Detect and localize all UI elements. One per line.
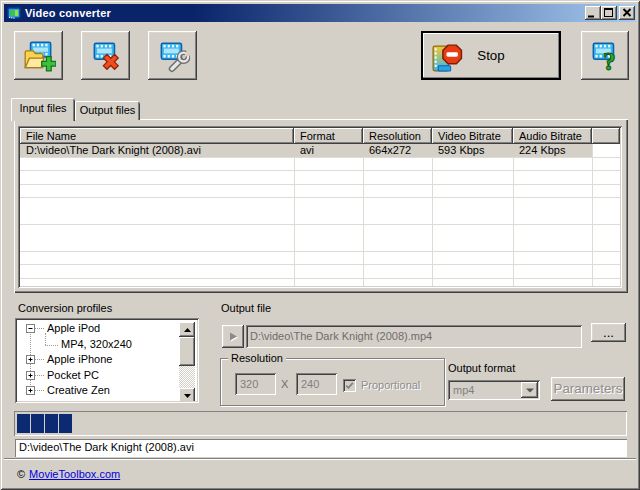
tree-item-label: Pocket PC [47,368,99,383]
tree-connector [35,390,44,391]
cell-video-bitrate: 593 Kbps [432,144,513,157]
tree-connector [35,359,44,360]
website-link[interactable]: MovieToolbox.com [29,468,120,480]
conversion-profiles-label: Conversion profiles [18,302,112,314]
titlebar[interactable]: Video converter [4,4,636,22]
grid-line [432,144,433,286]
svg-text:?: ? [603,46,616,72]
resolution-groupbox: Resolution 320 X 240 Proportional [220,358,445,406]
column-header-resolution[interactable]: Resolution [363,128,432,144]
tab-input-files-label: Input files [19,102,66,114]
output-file-field[interactable]: D:\video\The Dark Knight (2008).mp4 [246,325,582,348]
tree-connector [45,333,46,345]
tree-connector [45,345,58,346]
grid-line [592,144,593,286]
column-header-audio-bitrate[interactable]: Audio Bitrate [513,128,592,144]
tab-output-files-label: Output files [80,104,136,116]
add-files-button[interactable] [14,31,63,80]
tree-item-label: Apple iPod [47,321,100,336]
close-button[interactable] [619,6,635,20]
output-format-label: Output format [448,362,515,374]
resolution-separator: X [281,378,288,390]
scrollbar-thumb[interactable] [179,337,195,366]
expand-icon[interactable] [26,386,35,395]
settings-icon [156,39,190,73]
tab-input-files[interactable]: Input files [11,98,75,121]
progress-block [17,414,30,433]
table-header: File Name Format Resolution Video Bitrat… [20,128,620,144]
progress-blocks [17,414,72,433]
tree-scrollbar[interactable] [179,322,195,401]
table-row-selected[interactable]: D:\video\The Dark Knight (2008).avi avi … [20,144,592,157]
minimize-button[interactable] [585,6,601,20]
profiles-tree: Apple iPod MP4, 320x240 Apple iPhone Poc… [15,318,199,403]
tree-item-label: Apple iPhone [47,352,112,367]
check-icon [343,379,356,392]
copyright-symbol: © [17,468,25,480]
tree-connector [35,328,44,329]
minimize-icon [585,6,601,20]
table-body [20,144,620,286]
column-header-video-bitrate[interactable]: Video Bitrate [432,128,513,144]
output-format-value: mp4 [453,384,474,396]
height-field[interactable]: 240 [296,373,337,395]
add-files-icon [22,39,56,73]
app-icon [7,6,21,20]
resolution-legend: Resolution [228,352,286,364]
output-format-combobox[interactable]: mp4 [448,380,540,400]
input-files-table: File Name Format Resolution Video Bitrat… [18,126,622,288]
column-header-format[interactable]: Format [294,128,363,144]
status-text: D:\video\The Dark Knight (2008).avi [15,439,627,457]
column-header-file-name[interactable]: File Name [20,128,294,144]
progress-block [31,414,44,433]
browse-button[interactable]: ... [591,323,626,342]
width-field[interactable]: 320 [235,373,276,395]
stop-button[interactable]: Stop [421,31,561,80]
window-title: Video converter [25,7,111,19]
cell-audio-bitrate: 224 Kbps [513,144,592,157]
grid-line [294,144,295,286]
maximize-icon [601,6,617,20]
close-icon [619,6,635,20]
maximize-button[interactable] [601,6,617,20]
play-button[interactable] [222,325,244,348]
expand-icon[interactable] [26,355,35,364]
progress-block [59,414,72,433]
cell-file-name: D:\video\The Dark Knight (2008).avi [20,144,294,157]
footer-divider [4,458,636,460]
footer: © MovieToolbox.com [17,467,120,481]
help-button[interactable]: ? [581,31,629,80]
scroll-up-button[interactable] [179,322,195,337]
grid-line [513,144,514,286]
chevron-down-icon [526,388,534,393]
play-icon [227,331,239,343]
help-icon: ? [588,39,622,73]
tree-connector [35,375,44,376]
scroll-down-icon [184,394,191,398]
stop-button-label: Stop [423,33,559,78]
app-window: Video converter [0,0,640,490]
remove-files-icon [89,39,123,73]
remove-files-button[interactable] [81,31,130,80]
tree-item-label: MP4, 320x240 [61,337,132,352]
collapse-icon[interactable] [26,324,35,333]
grid-line [363,144,364,286]
tab-output-files[interactable]: Output files [75,101,140,120]
proportional-checkbox[interactable] [343,379,356,392]
proportional-label: Proportional [361,379,420,391]
combobox-arrow-button[interactable] [521,382,538,398]
progress-bar [14,411,627,436]
scroll-down-button[interactable] [179,388,195,401]
tree-item-label: Creative Zen [47,383,110,398]
progress-block [45,414,58,433]
output-file-label: Output file [221,302,271,314]
scroll-up-icon [184,328,191,332]
cell-format: avi [294,144,363,157]
settings-button[interactable] [148,31,197,80]
expand-icon[interactable] [26,371,35,380]
parameters-button[interactable]: Parameters [551,377,625,401]
cell-resolution: 664x272 [363,144,432,157]
column-header-filler [592,128,620,144]
